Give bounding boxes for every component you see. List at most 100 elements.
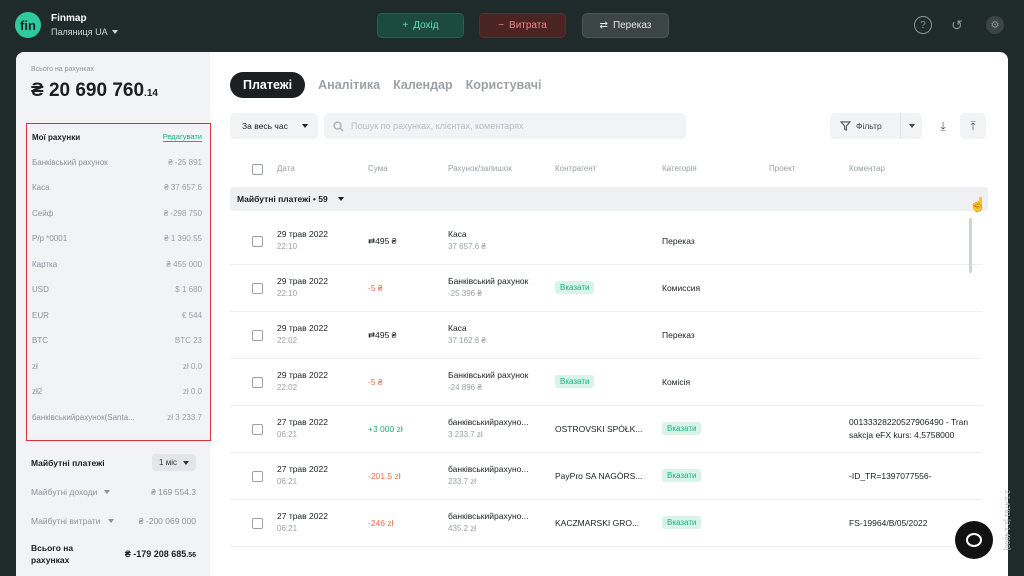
- future-period-value: 1 міс: [159, 458, 177, 467]
- account-item[interactable]: Банківський рахунок ₴ -25 891: [32, 158, 202, 167]
- row-checkbox[interactable]: [252, 471, 263, 482]
- column-header-amount[interactable]: Сума: [368, 164, 388, 173]
- account-cell: Банківський рахунок -25 396 ₴: [448, 276, 529, 298]
- accounts-title: Мої рахунки: [32, 132, 81, 142]
- settings-icon[interactable]: ⚙: [986, 16, 1004, 34]
- account-item[interactable]: Картка ₴ 455 000: [32, 260, 202, 269]
- forecast-total-main: ₴ -179 208 685: [124, 549, 187, 559]
- future-period-select[interactable]: 1 міс: [152, 454, 196, 471]
- account-item[interactable]: USD $ 1 680: [32, 285, 202, 294]
- expense-label: Витрата: [509, 20, 547, 31]
- account-item[interactable]: EUR € 544: [32, 311, 202, 320]
- add-expense-button[interactable]: − Витрата: [479, 13, 566, 38]
- upload-button[interactable]: ⤒: [960, 113, 986, 139]
- app-name: Finmap: [51, 13, 87, 24]
- row-checkbox[interactable]: [252, 330, 263, 341]
- total-balance-decimal: .14: [144, 88, 158, 99]
- search-icon: [333, 120, 344, 132]
- group-label: Майбутні платежі • 59: [237, 194, 328, 204]
- search-input[interactable]: [351, 121, 671, 131]
- add-income-button[interactable]: + Дохід: [377, 13, 464, 38]
- table-row[interactable]: 29 трав 2022 22:10 ⇄495 ₴ Каса 37 657.6 ₴ …: [230, 218, 982, 265]
- row-checkbox[interactable]: [252, 283, 263, 294]
- account-balance: zł 3 233.7: [167, 413, 202, 422]
- amount-cell: +3 000 zł: [368, 424, 403, 434]
- period-filter-button[interactable]: За весь час: [230, 113, 318, 139]
- account-item[interactable]: Каса ₴ 37 657.6: [32, 183, 202, 192]
- table-row[interactable]: 29 трав 2022 22:10 -5 ₴ Банківський рахун…: [230, 265, 982, 312]
- tab-calendar[interactable]: Календар: [393, 78, 453, 92]
- edit-accounts-link[interactable]: Редагувати: [162, 132, 202, 142]
- table-row[interactable]: 29 трав 2022 22:02 -5 ₴ Банківський рахун…: [230, 359, 982, 406]
- account-balance: ₴ 1 390.55: [164, 234, 202, 243]
- account-balance: $ 1 680: [175, 285, 202, 294]
- chevron-down-icon: [104, 490, 111, 494]
- date-cell: 29 трав 2022 22:02: [277, 370, 328, 392]
- accounts-header: Мої рахунки Редагувати: [32, 132, 202, 142]
- date-cell: 29 трав 2022 22:10: [277, 229, 328, 251]
- table-row[interactable]: 27 трав 2022 06:21 -246 zł банківськийрах…: [230, 500, 982, 547]
- column-header-account[interactable]: Рахунок/залишок: [448, 164, 512, 173]
- specify-badge[interactable]: Вказати: [555, 375, 595, 388]
- specify-badge[interactable]: Вказати: [662, 516, 702, 529]
- specify-badge[interactable]: Вказати: [662, 422, 702, 435]
- account-name: Банківський рахунок: [32, 158, 108, 167]
- tab-users[interactable]: Користувачі: [466, 78, 542, 92]
- account-name: USD: [32, 285, 49, 294]
- add-transfer-button[interactable]: ⇄ Переказ: [582, 13, 669, 38]
- chevron-down-icon: [337, 197, 344, 201]
- filter-icon: [840, 121, 851, 131]
- workspace-selector[interactable]: Паляниця UA: [51, 27, 118, 37]
- future-payments-group-toggle[interactable]: Майбутні платежі • 59: [230, 187, 988, 211]
- main-tabs: Платежі Аналітика Календар Користувачі: [230, 72, 541, 98]
- counterparty-cell: Вказати: [555, 375, 595, 388]
- tab-payments[interactable]: Платежі: [230, 72, 306, 98]
- help-icon[interactable]: ?: [914, 16, 932, 34]
- account-cell: Каса 37 657.6 ₴: [448, 229, 486, 251]
- table-row[interactable]: 27 трав 2022 06:21 +3 000 zł банківськийр…: [230, 406, 982, 453]
- download-icon: ⤓: [940, 118, 946, 133]
- history-icon[interactable]: ↺: [948, 16, 966, 34]
- download-button[interactable]: ⤓: [930, 113, 956, 139]
- workspace-name: Паляниця UA: [51, 27, 108, 37]
- row-checkbox[interactable]: [252, 518, 263, 529]
- table-row[interactable]: 27 трав 2022 06:21 -201.5 zł банківськийр…: [230, 453, 982, 500]
- account-item[interactable]: zł zł 0.0: [32, 362, 202, 371]
- future-income-label: Майбутні доходи: [31, 487, 98, 497]
- tab-analytics[interactable]: Аналітика: [318, 78, 380, 92]
- date-cell: 29 трав 2022 22:02: [277, 323, 328, 345]
- column-header-category[interactable]: Категорія: [662, 164, 697, 173]
- account-balance: ₴ -25 891: [168, 158, 202, 167]
- account-item[interactable]: Сейф ₴ -298 750: [32, 209, 202, 218]
- future-expense-row[interactable]: Майбутні витрати ₴ -200 069 000: [31, 516, 196, 526]
- select-all-checkbox[interactable]: [252, 164, 263, 175]
- row-checkbox[interactable]: [252, 236, 263, 247]
- column-header-comment[interactable]: Коментар: [849, 164, 885, 173]
- account-item[interactable]: Р/р *0001 ₴ 1 390.55: [32, 234, 202, 243]
- future-income-row[interactable]: Майбутні доходи ₴ 169 554.3: [31, 487, 196, 497]
- specify-badge[interactable]: Вказати: [555, 281, 595, 294]
- filter-dropdown-toggle[interactable]: [900, 113, 922, 139]
- category-cell: Комиссия: [662, 283, 701, 293]
- search-box: [324, 113, 686, 139]
- finmap-logo[interactable]: fin: [15, 12, 41, 38]
- account-item[interactable]: BTC BTC 23: [32, 336, 202, 345]
- future-expense-value: ₴ -200 069 000: [138, 516, 196, 526]
- column-header-counterparty[interactable]: Контрагент: [555, 164, 596, 173]
- total-balance-label: Всього на рахунках: [31, 66, 94, 73]
- table-scrollbar[interactable]: [969, 218, 972, 273]
- forecast-total-value: ₴ -179 208 685.56: [125, 549, 196, 559]
- account-item[interactable]: банківськийрахунок(Santa... zł 3 233.7: [32, 413, 202, 422]
- row-checkbox[interactable]: [252, 424, 263, 435]
- row-checkbox[interactable]: [252, 377, 263, 388]
- category-cell: Вказати: [662, 469, 702, 482]
- chat-support-button[interactable]: [955, 521, 993, 559]
- minus-icon: −: [498, 20, 505, 31]
- filter-button[interactable]: Фільтр: [830, 113, 922, 139]
- column-header-project[interactable]: Проект: [769, 164, 795, 173]
- table-row[interactable]: 29 трав 2022 22:02 ⇄495 ₴ Каса 37 162.6 ₴ …: [230, 312, 982, 359]
- account-item[interactable]: zł2 zł 0.0: [32, 387, 202, 396]
- account-balance: BTC 23: [174, 336, 202, 345]
- specify-badge[interactable]: Вказати: [662, 469, 702, 482]
- column-header-date[interactable]: Дата: [277, 164, 295, 173]
